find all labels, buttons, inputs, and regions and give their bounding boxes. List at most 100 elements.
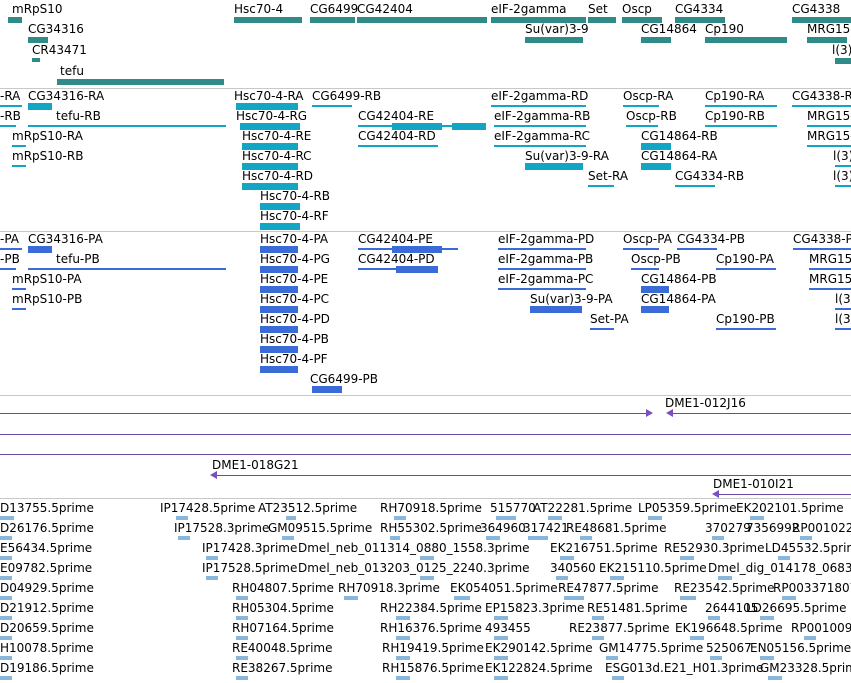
gene-label[interactable]: l(3) [832, 43, 851, 57]
transcript-feature[interactable] [626, 125, 658, 127]
transcript-label[interactable]: l(3) [833, 169, 851, 183]
transcript-label[interactable]: -RA [0, 89, 20, 103]
est-label[interactable]: RP001022 [792, 521, 851, 535]
peptide-label[interactable]: MRG15 [809, 272, 851, 286]
est-feature[interactable] [0, 636, 12, 640]
peptide-label[interactable]: Cp190-PB [716, 312, 775, 326]
peptide-label[interactable]: CG4334-PB [677, 232, 745, 246]
peptide-exon[interactable] [396, 266, 438, 273]
est-label[interactable]: E56434.5prime [0, 541, 92, 555]
est-label[interactable]: RE23877.5prime [569, 621, 670, 635]
transcript-label[interactable]: Hsc70-4-RD [242, 169, 313, 183]
est-feature[interactable] [760, 616, 774, 620]
peptide-label[interactable]: l(3) [835, 292, 851, 306]
peptide-feature[interactable] [631, 268, 659, 270]
est-label[interactable]: RH70918.5prime [380, 501, 482, 515]
peptide-feature[interactable] [641, 306, 669, 313]
gene-feature[interactable] [234, 17, 302, 23]
est-label[interactable]: GM23328.5prime [760, 661, 851, 675]
clone-label[interactable]: DME1-010I21 [713, 477, 794, 491]
est-label[interactable]: 370279 [705, 521, 751, 535]
est-label[interactable]: RH15876.5prime [382, 661, 484, 675]
transcript-label[interactable]: CG14864-RA [641, 149, 717, 163]
peptide-feature[interactable] [498, 288, 586, 290]
peptide-feature[interactable] [835, 308, 851, 310]
est-feature[interactable] [0, 556, 12, 560]
est-label[interactable]: 364960 [480, 521, 526, 535]
transcript-label[interactable]: CG6499-RB [312, 89, 381, 103]
est-feature[interactable] [760, 656, 774, 660]
est-feature[interactable] [782, 596, 796, 600]
est-label[interactable]: RE38267.5prime [232, 661, 333, 675]
gene-feature[interactable] [32, 58, 40, 62]
clone-feature[interactable] [716, 494, 851, 495]
est-feature[interactable] [800, 536, 812, 540]
est-label[interactable]: EK054051.5prime [450, 581, 558, 595]
gene-feature[interactable] [588, 17, 616, 23]
est-label[interactable]: RE52930.3prime [664, 541, 765, 555]
est-feature[interactable] [344, 596, 358, 600]
est-feature[interactable] [680, 556, 694, 560]
est-feature[interactable] [610, 576, 624, 580]
transcript-label[interactable]: eIF-2gamma-RB [494, 109, 590, 123]
est-label[interactable]: RH22384.5prime [380, 601, 482, 615]
est-label[interactable]: RP001009 [791, 621, 851, 635]
est-feature[interactable] [494, 616, 508, 620]
est-feature[interactable] [396, 636, 410, 640]
peptide-feature[interactable] [793, 248, 851, 250]
peptide-feature[interactable] [260, 366, 298, 373]
gene-feature[interactable] [835, 58, 851, 64]
transcript-feature[interactable] [28, 125, 226, 127]
peptide-label[interactable]: -PA [0, 232, 19, 246]
transcript-feature[interactable] [588, 185, 614, 187]
est-feature[interactable] [236, 596, 248, 600]
est-label[interactable]: D20659.5prime [0, 621, 94, 635]
est-label[interactable]: LD26695.5prime [746, 601, 847, 615]
gene-label[interactable]: CG34316 [28, 22, 84, 36]
transcript-label[interactable]: Hsc70-4-RG [236, 109, 307, 123]
est-feature[interactable] [494, 676, 508, 680]
est-label[interactable]: RE51481.5prime [587, 601, 688, 615]
transcript-feature[interactable] [494, 125, 586, 127]
peptide-feature[interactable] [590, 328, 614, 330]
transcript-exon[interactable] [452, 123, 486, 130]
gene-label[interactable]: tefu [60, 64, 84, 78]
transcript-feature[interactable] [494, 145, 586, 147]
est-feature[interactable] [286, 516, 296, 520]
est-feature[interactable] [396, 616, 410, 620]
peptide-feature[interactable] [12, 308, 26, 310]
gene-feature[interactable] [357, 17, 487, 23]
transcript-label[interactable]: CG34316-RA [28, 89, 104, 103]
peptide-label[interactable]: Hsc70-4-PA [260, 232, 328, 246]
transcript-feature[interactable] [12, 165, 26, 167]
est-label[interactable]: EK215110.5prime [599, 561, 707, 575]
est-feature[interactable] [592, 616, 604, 620]
transcript-label[interactable]: Hsc70-4-RE [242, 129, 311, 143]
transcript-feature[interactable] [358, 145, 438, 147]
gene-feature[interactable] [705, 37, 787, 43]
est-feature[interactable] [420, 576, 434, 580]
est-label[interactable]: H10078.5prime [0, 641, 94, 655]
transcript-label[interactable]: -RB [0, 109, 21, 123]
peptide-feature[interactable] [0, 268, 16, 270]
est-label[interactable]: D26176.5prime [0, 521, 94, 535]
est-label[interactable]: RE23542.5prime [674, 581, 775, 595]
est-feature[interactable] [0, 656, 12, 660]
peptide-label[interactable]: CG14864-PA [641, 292, 716, 306]
est-feature[interactable] [750, 516, 764, 520]
est-label[interactable]: Dmel_dig_014178_0683 [708, 561, 851, 575]
est-label[interactable]: RH19419.5prime [382, 641, 484, 655]
peptide-label[interactable]: Su(var)3-9-PA [530, 292, 613, 306]
peptide-label[interactable]: tefu-PB [56, 252, 100, 266]
est-feature[interactable] [236, 676, 248, 680]
est-label[interactable]: LP05359.5prime [638, 501, 737, 515]
peptide-feature[interactable] [312, 386, 342, 393]
gene-label[interactable]: Set [588, 2, 608, 16]
gene-label[interactable]: CG42404 [357, 2, 413, 16]
peptide-label[interactable]: eIF-2gamma-PC [498, 272, 593, 286]
peptide-feature[interactable] [716, 268, 776, 270]
gene-label[interactable]: CG14864 [641, 22, 697, 36]
est-feature[interactable] [496, 516, 516, 520]
transcript-label[interactable]: Set-RA [588, 169, 628, 183]
peptide-label[interactable]: Cp190-PA [716, 252, 774, 266]
